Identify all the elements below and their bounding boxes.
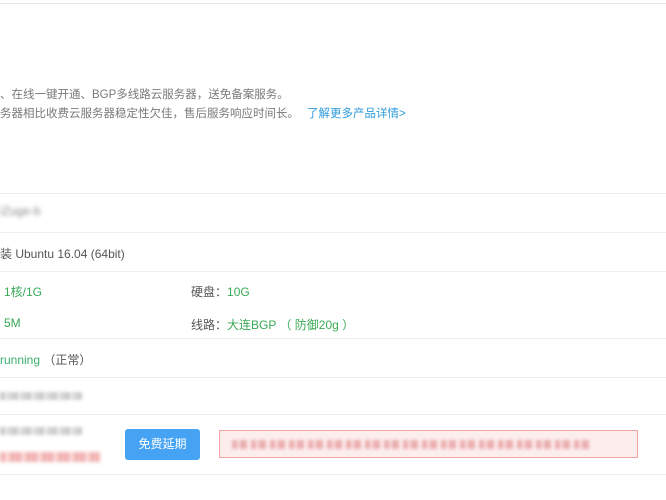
row-divider: [0, 193, 666, 194]
top-divider: [0, 3, 666, 4]
row-divider: [0, 474, 666, 475]
row-divider: [0, 414, 666, 415]
blurred-expiry: [0, 427, 82, 435]
product-description-line-1: 、在线一键开通、BGP多线路云服务器，送免备案服务。: [0, 86, 289, 102]
blurred-ip: [0, 392, 82, 400]
row-divider: [0, 338, 666, 339]
bandwidth-value: 5M: [4, 316, 21, 330]
server-name-blurred: iZuge-b: [0, 204, 41, 218]
more-details-link[interactable]: 了解更多产品详情>: [307, 108, 406, 120]
os-value: 装 Ubuntu 16.04 (64bit): [0, 247, 125, 261]
disk-label: 硬盘：: [191, 285, 228, 299]
status-value: running: [0, 353, 41, 367]
line-spec: 线路：大连BGP （ 防御20g ）: [191, 316, 354, 333]
disk-value: 10G: [227, 285, 250, 299]
row-divider: [0, 271, 666, 272]
cpu-memory-value: 1核/1G: [4, 285, 43, 299]
row-divider: [0, 377, 666, 378]
status-row: running （正常）: [0, 351, 91, 368]
row-divider: [0, 232, 666, 233]
line-value: 大连BGP （ 防御20g ）: [227, 318, 355, 332]
alert-message-box: [219, 430, 638, 458]
description-text-1: 、在线一键开通、BGP多线路云服务器，送免备案服务。: [0, 89, 289, 101]
free-extend-button[interactable]: 免费延期: [125, 429, 200, 460]
disk-spec: 硬盘：10G: [191, 283, 250, 300]
blurred-alert-text: [232, 440, 592, 449]
product-description-line-2: 务器相比收费云服务器稳定性欠佳，售后服务响应时间长。 了解更多产品详情>: [0, 105, 406, 121]
line-label: 线路：: [191, 318, 228, 332]
description-text-2: 务器相比收费云服务器稳定性欠佳，售后服务响应时间长。: [0, 108, 299, 120]
blurred-warning-text: [0, 452, 100, 462]
status-note: （正常）: [43, 353, 92, 367]
